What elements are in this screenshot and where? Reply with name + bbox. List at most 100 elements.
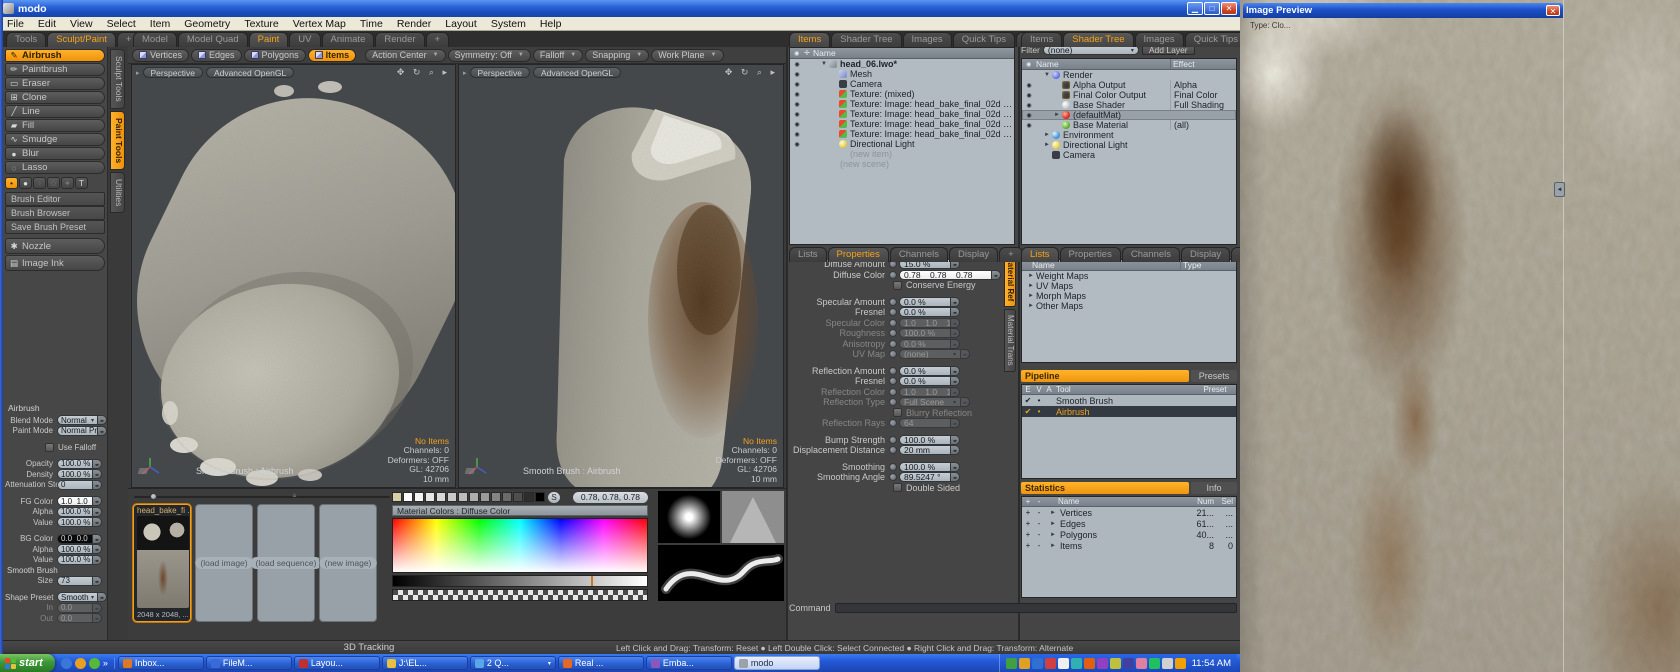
quick-launch-overflow[interactable]: » xyxy=(103,658,108,668)
toolbar-dropdown[interactable]: Snapping▼ xyxy=(585,49,649,62)
item-row[interactable]: ◉ Camera xyxy=(790,79,1014,89)
menu-item[interactable]: Render xyxy=(390,18,438,30)
property-field[interactable]: Normal▾ xyxy=(57,415,98,425)
property-row[interactable]: Alpha 100.0 %▾ ◂▸ xyxy=(5,544,107,555)
toolbar-dropdown[interactable]: Action Center▼ xyxy=(365,49,445,62)
statistics-row[interactable]: + - ► Vertices 21... ... xyxy=(1022,507,1236,518)
list-row[interactable]: ► Other Maps xyxy=(1022,301,1236,311)
statistics-row[interactable]: + - ► Polygons 40... ... xyxy=(1022,529,1236,540)
property-row[interactable]: Roughness 100.0 %▾ ◂▸ xyxy=(789,328,1001,339)
viewport-nav-icons[interactable]: ✥ ↻ ⌕ ▸ xyxy=(397,67,450,78)
tray-icon[interactable] xyxy=(1136,658,1147,669)
shader-row[interactable]: ◉ ► (defaultMat) xyxy=(1022,110,1236,120)
spinner[interactable]: ◂▸ xyxy=(93,555,102,565)
viewport-renderer[interactable]: Advanced OpenGL xyxy=(206,67,294,78)
color-swatch[interactable] xyxy=(392,492,402,502)
tray-icon[interactable] xyxy=(1149,658,1160,669)
checkbox[interactable] xyxy=(893,281,902,290)
panel-tab[interactable]: Properties xyxy=(828,247,889,262)
property-field[interactable]: 20 mm▾ xyxy=(899,445,951,455)
maximize-button[interactable]: □ xyxy=(1204,2,1220,15)
expander-icon[interactable]: ► xyxy=(1044,132,1052,138)
spinner[interactable]: ◂▸ xyxy=(93,469,102,479)
expander-icon[interactable]: ► xyxy=(1054,112,1062,118)
expand-plus[interactable]: + xyxy=(1022,519,1034,528)
property-row[interactable]: Specular Amount 0.0 %▾ ◂▸ xyxy=(789,297,1001,308)
property-row[interactable]: Smoothing 100.0 %▾ ◂▸ xyxy=(789,462,1001,473)
property-row[interactable]: In 0.0▾ ◂▸ xyxy=(5,603,107,614)
info-tab[interactable]: Info xyxy=(1191,482,1237,494)
property-row[interactable]: Out 0.0▾ ◂▸ xyxy=(5,613,107,624)
toolbar-dropdown[interactable]: Symmetry: Off▼ xyxy=(448,49,531,62)
quick-launch-icon[interactable] xyxy=(61,658,72,669)
property-row[interactable]: BG Color 0.0 0.0 0.0▾ ◂▸ xyxy=(5,534,107,545)
menu-item[interactable]: File xyxy=(0,18,31,30)
property-field[interactable]: 0.0▾ xyxy=(57,603,93,613)
property-row[interactable]: Conserve Energy ▾ ◂▸ xyxy=(789,280,1001,291)
menu-item[interactable]: Item xyxy=(143,18,177,30)
image-preview-window[interactable]: Image Preview ✕ Type: Clo... ◄ xyxy=(1240,0,1680,672)
modo-titlebar[interactable]: modo ▁ □ ✕ xyxy=(0,0,1240,17)
property-row[interactable]: Attenuation Steps 0▾ ◂▸ xyxy=(5,480,107,491)
spinner[interactable]: ◂▸ xyxy=(98,592,107,602)
quick-launch-icon[interactable] xyxy=(75,658,86,669)
collapse-minus[interactable]: - xyxy=(1034,508,1044,517)
visibility-eye-icon[interactable]: ◉ xyxy=(1024,122,1034,129)
channel-knob[interactable] xyxy=(889,340,897,348)
channel-knob[interactable] xyxy=(889,377,897,385)
item-row[interactable]: ◉ Mesh xyxy=(790,69,1014,79)
panel-tab[interactable]: + xyxy=(999,247,1023,262)
panel-tab[interactable]: Lists xyxy=(789,247,827,262)
new-image-card[interactable]: (new image) xyxy=(319,504,377,622)
layout-tab[interactable]: Render xyxy=(375,32,424,47)
color-swatch[interactable] xyxy=(480,492,490,502)
tray-icon[interactable] xyxy=(1097,658,1108,669)
property-field[interactable]: 100.0 %▾ xyxy=(899,328,951,338)
panel-tab[interactable]: Display xyxy=(1181,247,1230,262)
expand-plus[interactable]: + xyxy=(1022,530,1034,539)
quick-launch-icon[interactable] xyxy=(89,658,100,669)
expander-icon[interactable]: ► xyxy=(1028,273,1036,279)
property-row[interactable]: Opacity 100.0 %▾ ◂▸ xyxy=(5,459,107,470)
spinner[interactable]: ◂▸ xyxy=(93,534,102,544)
expander-icon[interactable]: ▼ xyxy=(821,61,829,67)
color-swatch[interactable] xyxy=(524,492,534,502)
menu-item[interactable]: Select xyxy=(100,18,143,30)
spinner[interactable]: ◂▸ xyxy=(961,397,970,407)
viewport-left[interactable]: ▸ Perspective Advanced OpenGL ✥ ↻ ⌕ ▸ Sm… xyxy=(131,64,456,488)
color-swatch[interactable] xyxy=(447,492,457,502)
shader-row[interactable]: ► Directional Light xyxy=(1022,140,1236,150)
property-row[interactable]: Anisotropy 0.0 %▾ ◂▸ xyxy=(789,339,1001,350)
spinner[interactable]: ◂▸ xyxy=(951,328,960,338)
property-field[interactable]: 100.0 %▾ xyxy=(57,459,93,469)
expander-icon[interactable]: ► xyxy=(1044,142,1052,148)
channel-knob[interactable] xyxy=(889,271,897,279)
collapse-minus[interactable]: - xyxy=(1034,541,1044,550)
pipeline-row[interactable]: ✔ • Smooth Brush xyxy=(1022,395,1236,406)
property-row[interactable]: Size 73▾ ◂▸ xyxy=(5,576,107,587)
property-row[interactable]: Reflection Amount 0.0 %▾ ◂▸ xyxy=(789,366,1001,377)
panel-tab[interactable]: Properties xyxy=(1060,247,1121,262)
property-field[interactable]: 73▾ xyxy=(57,576,93,586)
list-row[interactable]: ► Morph Maps xyxy=(1022,291,1236,301)
tool-button[interactable]: Paintbrush xyxy=(5,63,105,76)
ink-tool-button[interactable]: Nozzle xyxy=(5,238,105,254)
layout-tab[interactable]: Model xyxy=(133,32,177,47)
property-field[interactable]: 89.5247 °▾ xyxy=(899,472,951,482)
visibility-eye-icon[interactable]: ◉ xyxy=(1024,102,1034,109)
panel-tab[interactable]: Channels xyxy=(890,247,948,262)
spinner[interactable]: ◂▸ xyxy=(951,297,960,307)
spinner[interactable]: ◂▸ xyxy=(951,318,960,328)
layout-tab[interactable]: Paint xyxy=(249,32,289,47)
visibility-eye-icon[interactable]: ◉ xyxy=(792,141,802,148)
color-swatch[interactable] xyxy=(469,492,479,502)
checkbox[interactable] xyxy=(893,408,902,417)
spinner[interactable]: ◂▸ xyxy=(992,270,1001,280)
viewport-right[interactable]: ▸ Perspective Advanced OpenGL ✥ ↻ ⌕ ▸ Sm… xyxy=(458,64,784,488)
property-field[interactable]: 100.0 %▾ xyxy=(57,517,93,527)
tool-button[interactable]: Smudge xyxy=(5,133,105,146)
spinner[interactable]: ◂▸ xyxy=(93,603,102,613)
property-field[interactable]: 0.0▾ xyxy=(57,613,93,623)
task-button[interactable]: modo xyxy=(734,656,820,670)
property-row[interactable]: Alpha 100.0 %▾ ◂▸ xyxy=(5,507,107,518)
